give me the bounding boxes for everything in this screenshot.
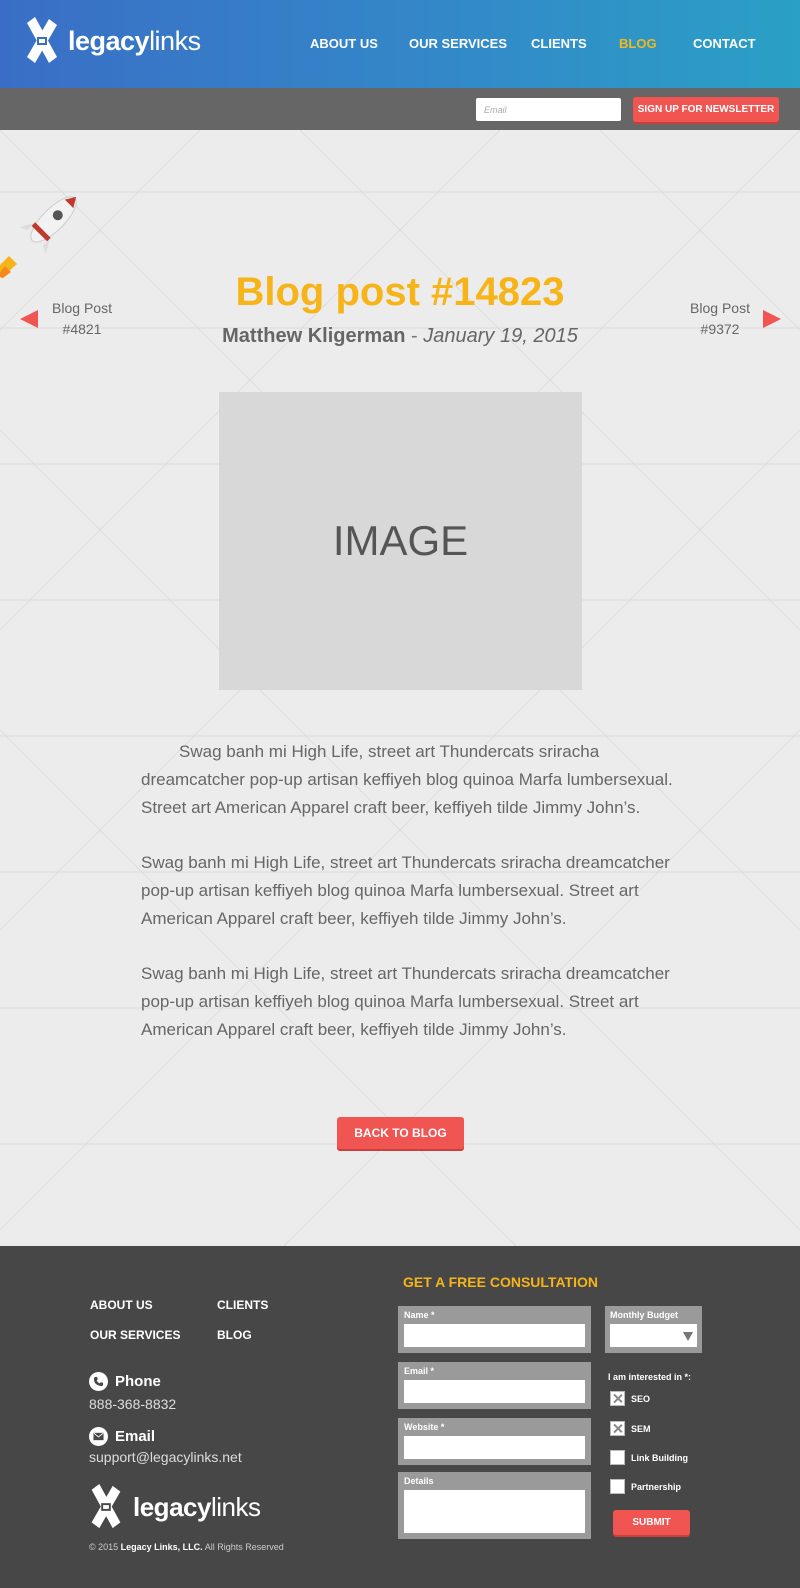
newsletter-signup-button[interactable]: SIGN UP FOR NEWSLETTER: [633, 97, 779, 122]
website-field-group: Website *: [398, 1418, 591, 1465]
name-field[interactable]: [404, 1324, 585, 1347]
nav-clients[interactable]: CLIENTS: [531, 36, 587, 51]
email-field-label: Email *: [404, 1366, 435, 1376]
email-heading: Email: [89, 1427, 155, 1446]
website-field-label: Website *: [404, 1422, 445, 1432]
footer-link-clients[interactable]: CLIENTS: [217, 1298, 268, 1312]
email-label: Email: [115, 1428, 156, 1445]
checkbox-label: Partnership: [631, 1481, 682, 1492]
nav-contact[interactable]: CONTACT: [693, 36, 756, 51]
image-placeholder-text: IMAGE: [332, 517, 469, 564]
email-field-group: Email *: [398, 1362, 591, 1409]
rocket-illustration: [0, 196, 77, 278]
footer-logo[interactable]: legacylinks: [89, 1484, 261, 1530]
checkbox-unchecked-icon[interactable]: [610, 1450, 625, 1465]
checkbox-label: SEO: [631, 1393, 651, 1404]
footer-link-our-services[interactable]: OUR SERVICES: [90, 1328, 180, 1342]
checkbox-sem[interactable]: SEM: [610, 1421, 651, 1436]
phone-icon: [89, 1372, 108, 1391]
back-to-blog-button[interactable]: BACK TO BLOG: [337, 1117, 464, 1149]
post-date: January 19, 2015: [423, 325, 578, 347]
submit-button[interactable]: SUBMIT: [613, 1510, 690, 1535]
phone-label: Phone: [115, 1373, 161, 1390]
post-byline: Matthew Kligerman - January 19, 2015: [0, 325, 800, 348]
byline-separator: -: [405, 325, 424, 347]
logo-mark-icon: [91, 1484, 121, 1529]
checkbox-label: Link Building: [631, 1452, 688, 1463]
email-field[interactable]: [404, 1380, 585, 1403]
post-image-placeholder: IMAGE: [219, 392, 582, 690]
nav-about-us[interactable]: ABOUT US: [310, 36, 378, 51]
budget-label: Monthly Budget: [610, 1310, 678, 1320]
blog-post-main: Blog Post #4821 Blog Post #9372 Blog pos…: [0, 130, 800, 1246]
post-paragraph: Swag banh mi High Life, street art Thund…: [141, 964, 670, 1039]
post-title: Blog post #14823: [235, 270, 565, 314]
footer-logo-text: legacylinks: [133, 1491, 261, 1522]
checkbox-label: SEM: [631, 1423, 651, 1434]
nav-our-services[interactable]: OUR SERVICES: [409, 36, 507, 51]
newsletter-bar: SIGN UP FOR NEWSLETTER: [0, 88, 800, 130]
website-field[interactable]: [404, 1436, 585, 1459]
name-field-group: Name *: [398, 1306, 591, 1353]
checkbox-seo[interactable]: SEO: [610, 1391, 650, 1406]
copyright: © 2015 Legacy Links, LLC. All Rights Res…: [89, 1542, 284, 1552]
consultation-form-title: GET A FREE CONSULTATION: [403, 1274, 598, 1290]
post-body: Swag banh mi High Life, street art Thund…: [141, 738, 681, 1071]
checkbox-link-building[interactable]: Link Building: [610, 1450, 688, 1465]
post-author: Matthew Kligerman: [222, 325, 406, 347]
post-paragraph: Swag banh mi High Life, street art Thund…: [141, 742, 673, 817]
email-address[interactable]: support@legacylinks.net: [89, 1449, 242, 1465]
interest-label: I am interested in *:: [608, 1372, 692, 1382]
footer-link-about-us[interactable]: ABOUT US: [90, 1298, 153, 1312]
nav-blog[interactable]: BLOG: [619, 36, 657, 51]
budget-field-group: Monthly Budget: [605, 1306, 702, 1353]
email-icon: [89, 1427, 108, 1446]
site-footer: ABOUT US CLIENTS OUR SERVICES BLOG Phone…: [0, 1246, 800, 1588]
newsletter-email-input[interactable]: [476, 98, 621, 121]
checkbox-checked-icon[interactable]: [610, 1391, 625, 1406]
name-field-label: Name *: [404, 1310, 435, 1320]
checkbox-checked-icon[interactable]: [610, 1421, 625, 1436]
monthly-budget-select[interactable]: [610, 1324, 697, 1347]
footer-link-blog[interactable]: BLOG: [217, 1328, 252, 1342]
checkbox-partnership[interactable]: Partnership: [610, 1479, 681, 1494]
chevron-down-icon: [683, 1332, 693, 1341]
phone-number: 888-368-8832: [89, 1396, 177, 1412]
site-header: legacylinks ABOUT US OUR SERVICES CLIENT…: [0, 0, 800, 88]
checkbox-unchecked-icon[interactable]: [610, 1479, 625, 1494]
post-paragraph: Swag banh mi High Life, street art Thund…: [141, 853, 670, 928]
phone-heading: Phone: [89, 1372, 161, 1391]
main-nav: ABOUT US OUR SERVICES CLIENTS BLOG CONTA…: [0, 36, 800, 56]
details-field-label: Details: [404, 1476, 434, 1486]
details-field[interactable]: [404, 1490, 585, 1533]
details-field-group: Details: [398, 1472, 591, 1539]
